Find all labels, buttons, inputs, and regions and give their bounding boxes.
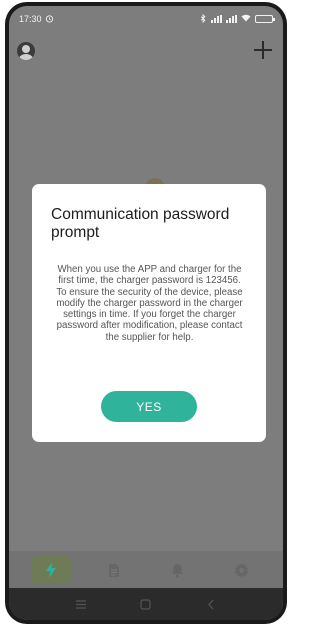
- app-screen: 17:30 Communication password prompt When…: [9, 6, 283, 620]
- alarm-icon: [45, 14, 54, 25]
- status-bar: 17:30: [9, 6, 283, 32]
- dialog-title: Communication password prompt: [51, 206, 230, 241]
- battery-icon: [255, 15, 275, 23]
- lightning-icon: [45, 562, 57, 578]
- user-avatar-icon[interactable]: [17, 42, 35, 60]
- signal-icon: [226, 15, 237, 23]
- tab-records[interactable]: [94, 556, 134, 584]
- system-navigation-bar: [9, 588, 283, 620]
- plus-icon[interactable]: [251, 38, 275, 62]
- document-icon: [108, 563, 120, 578]
- tab-charging[interactable]: [30, 556, 71, 584]
- tab-notifications[interactable]: [158, 556, 198, 584]
- password-prompt-dialog: Communication password prompt When you u…: [32, 184, 266, 442]
- bluetooth-icon: [200, 13, 207, 25]
- dialog-message: When you use the APP and charger for the…: [56, 264, 243, 343]
- yes-button[interactable]: YES: [101, 391, 197, 422]
- app-header: [9, 34, 283, 68]
- status-time: 17:30: [19, 14, 42, 24]
- bell-icon: [171, 563, 184, 578]
- menu-icon[interactable]: [71, 594, 91, 614]
- gear-icon: [234, 562, 249, 578]
- home-icon[interactable]: [136, 594, 156, 614]
- back-icon[interactable]: [201, 594, 221, 614]
- signal-icon: [211, 15, 222, 23]
- bottom-tab-bar: [9, 551, 283, 589]
- tab-settings[interactable]: [221, 556, 261, 584]
- phone-frame: 17:30 Communication password prompt When…: [5, 2, 287, 624]
- wifi-icon: [241, 14, 251, 24]
